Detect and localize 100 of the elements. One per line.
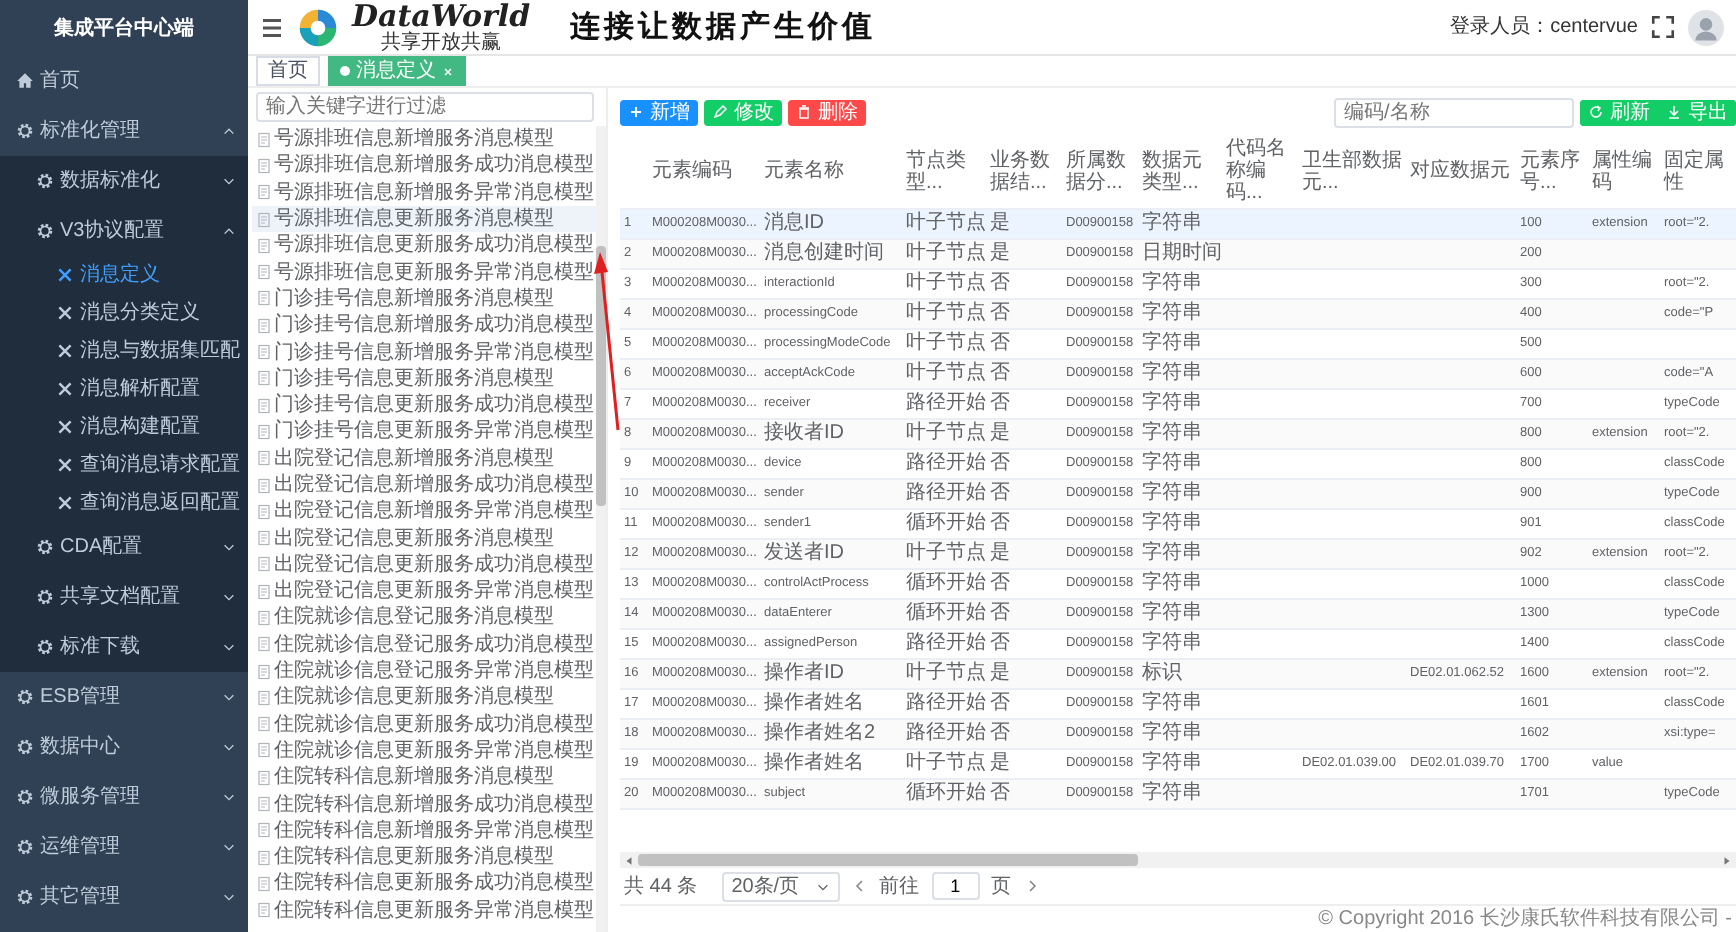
sidebar-item[interactable]: 首页 (0, 56, 248, 106)
table-cell: 是 (986, 239, 1062, 269)
sidebar-item[interactable]: 共享文档配置 (0, 572, 248, 622)
table-cell: 字符串 (1138, 419, 1222, 449)
file-icon (256, 503, 272, 520)
tree-item[interactable]: 出院登记信息更新服务消息模型 (252, 524, 596, 552)
table-cell: 字符串 (1138, 299, 1222, 329)
tree-item[interactable]: 住院就诊信息登记服务异常消息模型 (252, 657, 596, 685)
file-icon (256, 237, 272, 254)
tree-item[interactable]: 门诊挂号信息更新服务成功消息模型 (252, 391, 596, 419)
table-cell: 消息创建时间 (760, 239, 902, 269)
tree-item[interactable]: 住院就诊信息登记服务成功消息模型 (252, 631, 596, 658)
table-cell: 是 (986, 209, 1062, 239)
file-icon (256, 849, 272, 866)
sidebar-item[interactable]: 消息分类定义 (0, 294, 248, 332)
menu-icon[interactable] (260, 15, 284, 39)
tree-item[interactable]: 住院转科信息更新服务消息模型 (252, 844, 596, 871)
gear-icon (36, 638, 54, 656)
tree-item[interactable]: 号源排班信息新增服务成功消息模型 (252, 152, 596, 180)
next-page-icon[interactable] (1023, 878, 1040, 894)
file-icon (256, 184, 272, 201)
table-cell: 叶子节点 (902, 239, 986, 269)
tree-item[interactable]: 号源排班信息更新服务异常消息模型 (252, 258, 596, 286)
table-cell: 字符串 (1138, 599, 1222, 629)
file-icon (256, 317, 272, 334)
tools-icon (56, 304, 74, 322)
logo-icon (296, 5, 340, 49)
tree-item[interactable]: 住院转科信息新增服务消息模型 (252, 764, 596, 791)
tree-item[interactable]: 出院登记信息新增服务异常消息模型 (252, 498, 596, 525)
file-icon (256, 450, 272, 467)
tree-item[interactable]: 号源排班信息新增服务消息模型 (252, 126, 596, 153)
sidebar-item[interactable]: V3协议配置 (0, 206, 248, 256)
tree-item[interactable]: 号源排班信息新增服务异常消息模型 (252, 179, 596, 206)
sidebar-item[interactable]: CDA配置 (0, 522, 248, 572)
table-cell: 接收者ID (760, 419, 902, 449)
delete-button[interactable]: 删除 (788, 99, 866, 125)
gear-icon (16, 788, 34, 806)
tree-item[interactable]: 住院就诊信息登记服务消息模型 (252, 604, 596, 632)
table-cell: 字符串 (1138, 479, 1222, 509)
tree-item[interactable]: 住院就诊信息更新服务异常消息模型 (252, 737, 596, 765)
file-icon (256, 344, 272, 361)
close-icon[interactable] (442, 65, 454, 77)
sidebar-item[interactable]: 消息定义 (0, 256, 248, 294)
tree-item[interactable]: 出院登记信息新增服务成功消息模型 (252, 471, 596, 499)
tree-item[interactable]: 住院就诊信息更新服务成功消息模型 (252, 711, 596, 738)
plus-icon (628, 104, 644, 120)
chevron-down-icon (222, 640, 236, 654)
tree-item[interactable]: 号源排班信息更新服务消息模型 (252, 205, 596, 233)
tree-item[interactable]: 住院转科信息新增服务异常消息模型 (252, 817, 596, 845)
tree-item[interactable]: 住院转科信息新增服务成功消息模型 (252, 790, 596, 818)
avatar-icon[interactable] (1688, 9, 1724, 45)
sidebar-item[interactable]: 运维管理 (0, 822, 248, 872)
file-icon (256, 264, 272, 281)
search-field[interactable]: 编码/名称 (1334, 97, 1574, 127)
tree-item[interactable]: 号源排班信息更新服务成功消息模型 (252, 232, 596, 259)
sidebar-item[interactable]: 消息构建配置 (0, 408, 248, 446)
sidebar-item[interactable]: 标准化管理 (0, 106, 248, 156)
sidebar-item[interactable]: 查询消息返回配置 (0, 484, 248, 522)
scroll-right-icon[interactable] (1722, 855, 1732, 865)
tools-icon (56, 266, 74, 284)
tree-item[interactable]: 门诊挂号信息更新服务异常消息模型 (252, 418, 596, 446)
scrollbar[interactable] (596, 126, 606, 932)
table-cell: 字符串 (1138, 779, 1222, 809)
edit-icon (712, 104, 728, 120)
file-icon (256, 689, 272, 706)
tree-item[interactable]: 出院登记信息更新服务成功消息模型 (252, 551, 596, 579)
tree-item[interactable]: 门诊挂号信息新增服务异常消息模型 (252, 338, 596, 366)
sidebar-item[interactable]: 查询消息请求配置 (0, 446, 248, 484)
sidebar-item[interactable]: 消息解析配置 (0, 370, 248, 408)
sidebar-item[interactable]: ESB管理 (0, 672, 248, 722)
file-icon (256, 370, 272, 387)
tools-icon (56, 380, 74, 398)
add-button[interactable]: 新增 (620, 99, 698, 125)
sidebar-item[interactable]: 其它管理 (0, 872, 248, 922)
tree-item[interactable]: 门诊挂号信息更新服务消息模型 (252, 365, 596, 392)
sidebar-item[interactable]: 数据中心 (0, 722, 248, 772)
scroll-left-icon[interactable] (624, 855, 634, 865)
page-size-select[interactable]: 20条/页 (721, 871, 840, 901)
tree-item[interactable]: 出院登记信息新增服务消息模型 (252, 445, 596, 472)
sidebar-item[interactable]: 微服务管理 (0, 772, 248, 822)
page-field[interactable]: 1 (931, 872, 980, 900)
sidebar-item[interactable]: 消息与数据集匹配 (0, 332, 248, 370)
tree-item[interactable]: 住院就诊信息更新服务消息模型 (252, 684, 596, 712)
tree-item[interactable]: 出院登记信息更新服务异常消息模型 (252, 578, 596, 605)
tree-item[interactable]: 住院转科信息更新服务成功消息模型 (252, 870, 596, 898)
file-icon (256, 423, 272, 440)
tree-item[interactable]: 门诊挂号信息新增服务消息模型 (252, 285, 596, 313)
chevron-up-icon (222, 224, 236, 238)
fullscreen-icon[interactable] (1650, 14, 1676, 40)
table-cell: 路径开始 (902, 719, 986, 749)
sidebar-item[interactable]: 标准下载 (0, 622, 248, 672)
tree-item[interactable]: 门诊挂号信息新增服务成功消息模型 (252, 312, 596, 339)
scrollbar[interactable] (620, 852, 1736, 868)
sidebar-item[interactable]: 数据标准化 (0, 156, 248, 206)
filter-field[interactable]: 输入关键字进行过滤 (256, 92, 594, 122)
prev-page-icon[interactable] (851, 878, 868, 894)
file-icon (256, 583, 272, 600)
file-icon (256, 902, 272, 919)
tab[interactable]: 首页 (256, 56, 320, 86)
tree-item[interactable]: 住院转科信息更新服务异常消息模型 (252, 897, 596, 924)
